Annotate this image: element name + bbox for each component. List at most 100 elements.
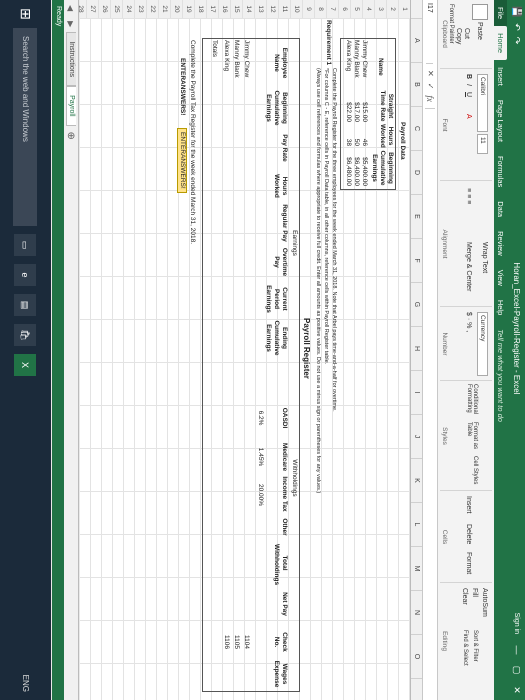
fill-button[interactable]: Fill: [471, 588, 478, 597]
wrap-text-button[interactable]: Wrap Text: [481, 242, 488, 273]
sheet-tab-payroll[interactable]: Payroll: [66, 86, 76, 126]
underline-button[interactable]: U: [465, 92, 472, 97]
tab-data[interactable]: Data: [494, 194, 507, 224]
sign-in-link[interactable]: Sign in: [514, 613, 521, 634]
insert-cells-button[interactable]: Insert: [465, 496, 472, 514]
row-header[interactable]: 27: [86, 0, 98, 18]
row-header[interactable]: 4: [362, 0, 374, 18]
cell-styles-button[interactable]: Cell Styles: [472, 456, 478, 486]
column-header[interactable]: N: [411, 591, 422, 635]
format-painter-button[interactable]: Format Painter: [448, 4, 454, 44]
enter-answers-button[interactable]: ENTERANSWERS!: [177, 128, 187, 193]
format-as-table-button[interactable]: Format as Table: [466, 422, 478, 452]
sheet-next-icon[interactable]: ▶: [67, 16, 76, 32]
conditional-formatting-button[interactable]: Conditional Formatting: [466, 384, 478, 420]
tab-page-layout[interactable]: Page Layout: [494, 93, 507, 149]
store-icon[interactable]: 🛍: [14, 324, 37, 346]
row-header[interactable]: 15: [230, 0, 242, 18]
sort-filter-button[interactable]: Sort & Filter: [472, 630, 478, 662]
row-header[interactable]: 21: [158, 0, 170, 18]
row-header[interactable]: 20: [170, 0, 182, 18]
tab-file[interactable]: File: [494, 0, 507, 27]
task-view-icon[interactable]: ▭: [14, 234, 37, 256]
font-color-icon[interactable]: A: [465, 114, 472, 119]
sheet-tab-instructions[interactable]: Instructions: [66, 32, 76, 87]
edge-browser-icon[interactable]: e: [14, 264, 37, 286]
row-header[interactable]: 1: [398, 0, 410, 18]
column-header[interactable]: I: [411, 371, 422, 415]
cut-button[interactable]: Cut: [463, 28, 470, 39]
row-header[interactable]: 8: [314, 0, 326, 18]
delete-cells-button[interactable]: Delete: [465, 524, 472, 544]
row-header[interactable]: 11: [278, 0, 290, 18]
find-select-button[interactable]: Find & Select: [462, 630, 468, 666]
tab-formulas[interactable]: Formulas: [494, 149, 507, 194]
paste-button[interactable]: Paste: [472, 4, 488, 40]
row-header[interactable]: 18: [194, 0, 206, 18]
tab-home[interactable]: Home: [494, 26, 507, 61]
row-header[interactable]: 3: [374, 0, 386, 18]
copy-button[interactable]: Copy: [455, 28, 462, 44]
row-header[interactable]: 7: [326, 0, 338, 18]
merge-center-button[interactable]: Merge & Center: [465, 242, 472, 291]
align-icons[interactable]: ≡≡≡: [465, 188, 472, 206]
select-all-corner[interactable]: [411, 0, 422, 19]
column-header[interactable]: D: [411, 151, 422, 195]
cancel-icon[interactable]: ✕: [425, 70, 435, 77]
row-header[interactable]: 2: [386, 0, 398, 18]
column-header[interactable]: M: [411, 547, 422, 591]
row-header[interactable]: 9: [302, 0, 314, 18]
undo-icon[interactable]: ↶: [512, 23, 523, 31]
font-size-select[interactable]: 11: [477, 133, 488, 154]
row-header[interactable]: 6: [338, 0, 350, 18]
row-header[interactable]: 16: [218, 0, 230, 18]
font-name-select[interactable]: Calibri: [477, 74, 488, 132]
column-header[interactable]: B: [411, 63, 422, 107]
column-header[interactable]: E: [411, 195, 422, 239]
autosum-button[interactable]: AutoSum: [481, 588, 488, 617]
taskbar-search-box[interactable]: Search the web and Windows: [13, 28, 38, 226]
italic-button[interactable]: I: [465, 84, 472, 86]
tab-help[interactable]: Help: [494, 293, 507, 322]
tab-review[interactable]: Review: [494, 224, 507, 263]
column-header[interactable]: L: [411, 503, 422, 547]
close-button[interactable]: ✕: [512, 680, 523, 700]
row-header[interactable]: 13: [254, 0, 266, 18]
column-header[interactable]: K: [411, 459, 422, 503]
file-explorer-icon[interactable]: ▤: [14, 294, 37, 316]
row-header[interactable]: 19: [182, 0, 194, 18]
row-header[interactable]: 5: [350, 0, 362, 18]
excel-taskbar-icon[interactable]: X: [14, 354, 37, 376]
row-header[interactable]: 25: [110, 0, 122, 18]
number-symbols[interactable]: $ · % ,: [465, 312, 472, 332]
number-format-select[interactable]: Currency: [477, 312, 488, 376]
row-header[interactable]: 26: [98, 0, 110, 18]
column-header[interactable]: F: [411, 239, 422, 283]
column-header[interactable]: G: [411, 283, 422, 327]
formula-input[interactable]: [425, 107, 435, 700]
row-header[interactable]: 17: [206, 0, 218, 18]
column-header[interactable]: A: [411, 19, 422, 63]
row-header[interactable]: 10: [290, 0, 302, 18]
cell-area[interactable]: Payroll Data Name Straight Time Rate Hou…: [80, 18, 410, 700]
redo-icon[interactable]: ↷: [512, 37, 523, 45]
worksheet-grid[interactable]: 1 2 3 4 5 6 7 8 9 10 11 12 13 14 15 16 17 18 19 20 21 22 23 24 2…: [50, 0, 410, 700]
row-header[interactable]: 12: [266, 0, 278, 18]
bold-button[interactable]: B: [465, 74, 472, 79]
add-sheet-icon[interactable]: ⊕: [66, 132, 77, 140]
column-header[interactable]: J: [411, 415, 422, 459]
minimize-button[interactable]: —: [512, 640, 522, 660]
restore-button[interactable]: ▢: [512, 660, 523, 680]
tab-view[interactable]: View: [494, 263, 507, 293]
column-header[interactable]: O: [411, 635, 422, 679]
row-header[interactable]: 24: [122, 0, 134, 18]
insert-function-icon[interactable]: fx: [425, 95, 435, 102]
row-header[interactable]: 14: [242, 0, 254, 18]
clear-button[interactable]: Clear: [461, 588, 468, 605]
column-header[interactable]: C: [411, 107, 422, 151]
tell-me-box[interactable]: Tell me what you want to do: [494, 322, 507, 429]
name-box[interactable]: I17: [426, 0, 434, 64]
tab-insert[interactable]: Insert: [494, 60, 507, 93]
row-header[interactable]: 23: [134, 0, 146, 18]
windows-start-icon[interactable]: ⊞: [17, 0, 34, 28]
